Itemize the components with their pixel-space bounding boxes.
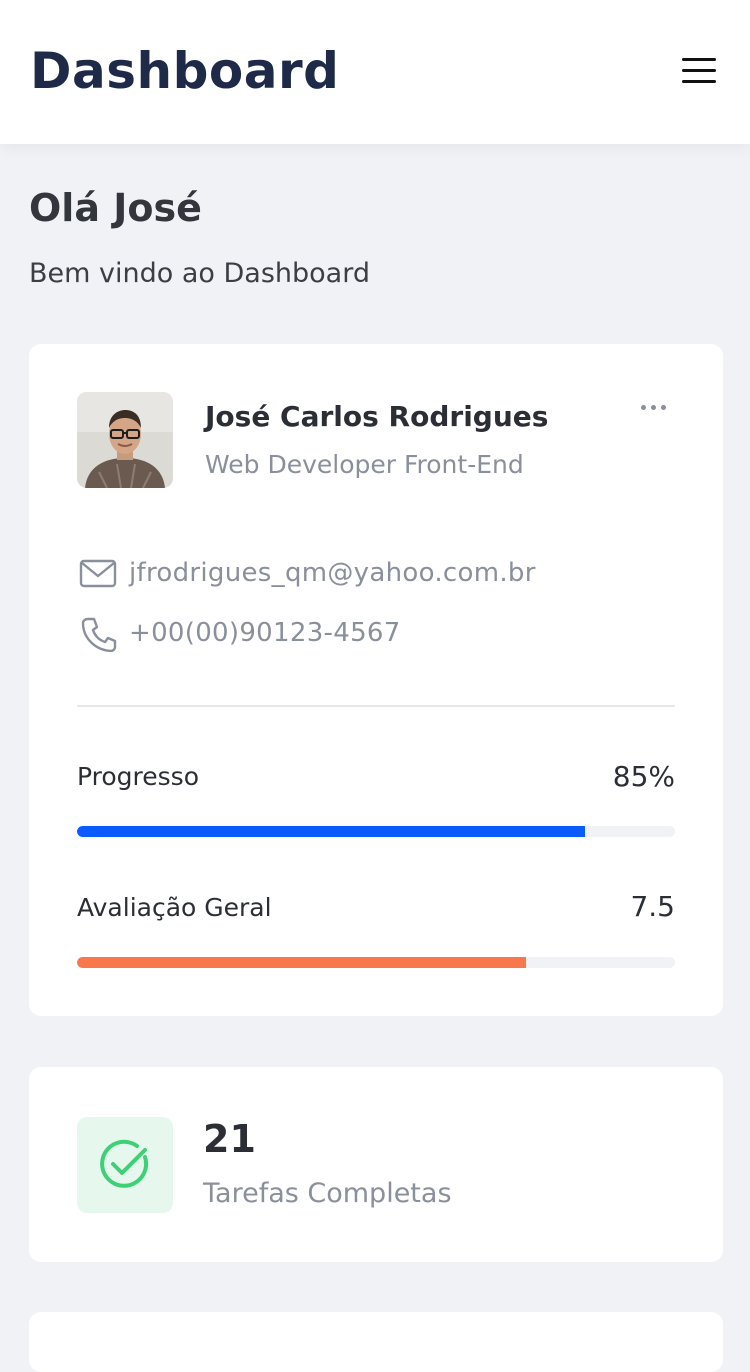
profile-card: José Carlos Rodrigues Web Developer Fron…	[29, 344, 723, 1016]
phone-row[interactable]: +00(00)90123-4567	[77, 614, 677, 654]
tasks-label: Tarefas Completas	[203, 1178, 452, 1209]
app-title: Dashboard	[30, 42, 340, 100]
profile-role: Web Developer Front-End	[205, 450, 524, 479]
profile-name: José Carlos Rodrigues	[205, 400, 549, 433]
tasks-count: 21	[203, 1117, 256, 1161]
email-text: jfrodrigues_qm@yahoo.com.br	[129, 558, 536, 588]
hamburger-menu-icon[interactable]	[682, 58, 716, 84]
email-row[interactable]: jfrodrigues_qm@yahoo.com.br	[77, 554, 677, 594]
more-horizontal-icon[interactable]	[639, 400, 673, 414]
progress-value: 85%	[612, 760, 675, 793]
rating-value: 7.5	[630, 890, 675, 923]
next-card	[29, 1312, 723, 1372]
greeting-subtitle: Bem vindo ao Dashboard	[29, 258, 370, 289]
rating-label: Avaliação Geral	[77, 893, 272, 922]
progress-bar	[77, 826, 675, 837]
phone-icon	[81, 617, 117, 652]
avatar	[77, 392, 173, 488]
phone-text: +00(00)90123-4567	[129, 618, 401, 648]
rating-bar-fill	[77, 957, 526, 968]
top-bar: Dashboard	[0, 0, 750, 144]
check-circle-icon	[100, 1139, 149, 1188]
greeting-title: Olá José	[29, 186, 202, 230]
task-icon-box	[77, 1117, 173, 1213]
mail-icon	[79, 559, 117, 588]
rating-bar	[77, 957, 675, 968]
divider	[77, 705, 675, 707]
progress-label: Progresso	[77, 762, 199, 791]
progress-bar-fill	[77, 826, 586, 837]
tasks-card: 21 Tarefas Completas	[29, 1067, 723, 1262]
